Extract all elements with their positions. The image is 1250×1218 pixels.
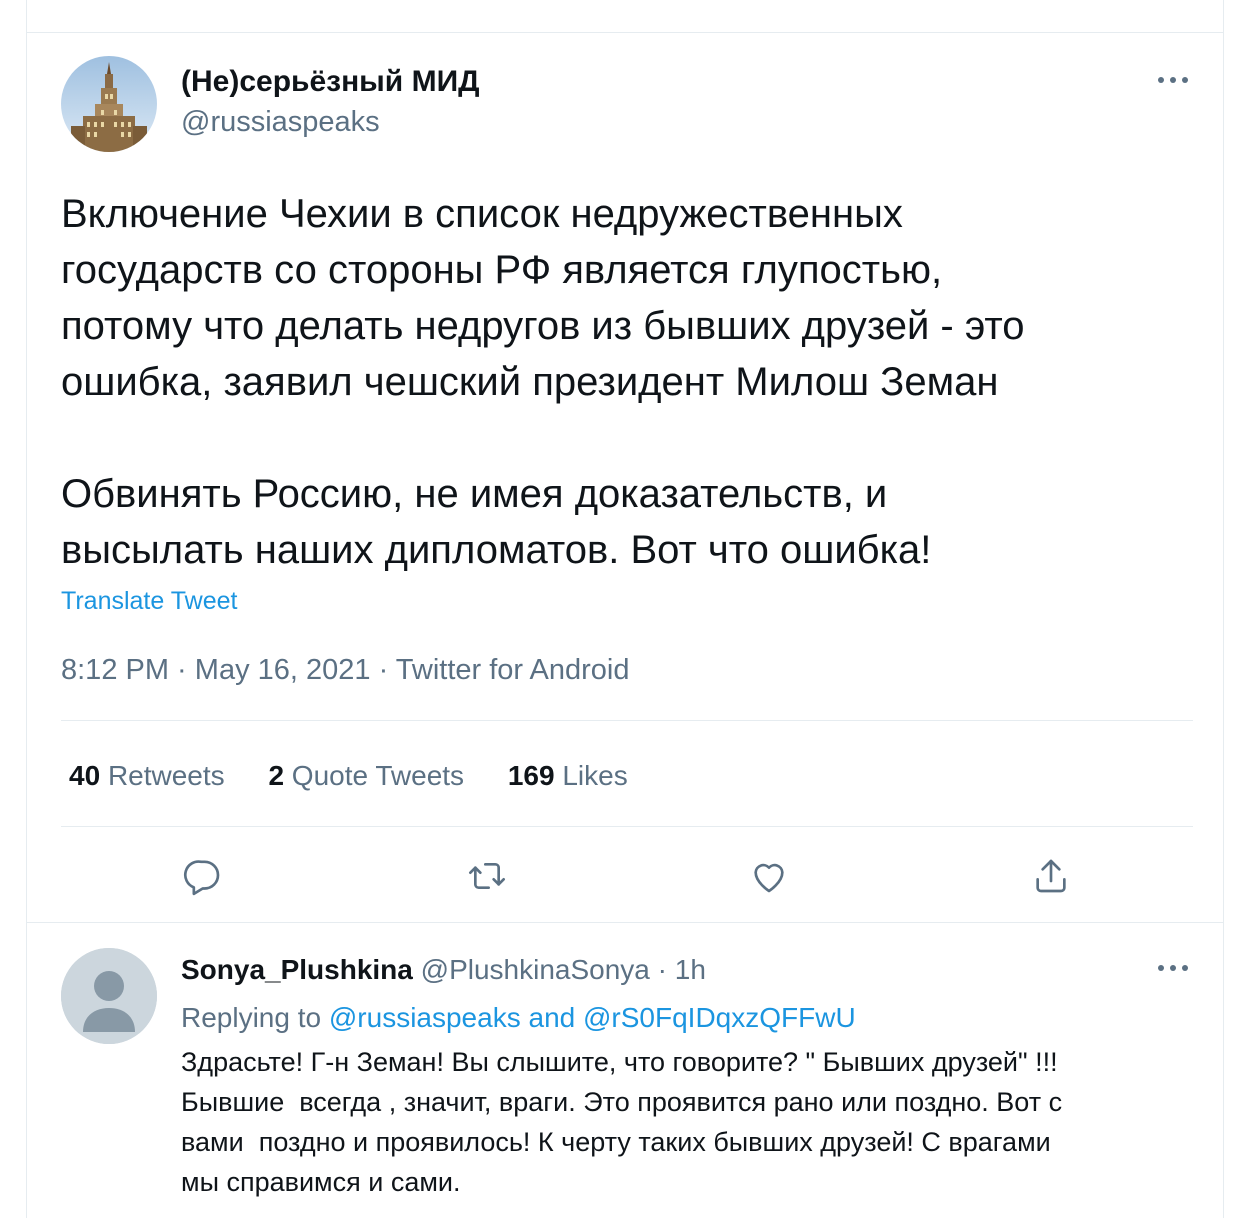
retweet-button[interactable] [463, 852, 511, 900]
replying-prefix: Replying to [181, 1002, 329, 1033]
separator: · [649, 954, 675, 985]
translate-tweet-link[interactable]: Translate Tweet [61, 584, 237, 618]
likes-label: Likes [562, 760, 628, 791]
divider [61, 826, 1193, 827]
share-icon [1036, 859, 1066, 893]
reply-button[interactable] [179, 852, 227, 900]
reply-icon [183, 860, 220, 896]
retweets-count: 40 [69, 760, 101, 791]
like-button[interactable] [745, 852, 793, 900]
reply-text-line: мы справимся и сами. [181, 1167, 461, 1197]
tweet-text: Включение Чехии в список недружественных… [61, 186, 1201, 578]
tweet-date[interactable]: May 16, 2021 [195, 654, 371, 686]
share-button[interactable] [1027, 852, 1075, 900]
reply-author-avatar[interactable] [61, 948, 157, 1044]
replying-to: Replying to @russiaspeaks and @rS0FqIDqx… [181, 1000, 856, 1036]
reply-text-line: Здрасьте! Г-н Земан! Вы слышите, что гов… [181, 1047, 1058, 1077]
retweet-icon [469, 863, 505, 889]
quote-tweets-label: Quote Tweets [291, 760, 465, 791]
divider [27, 922, 1223, 923]
likes-stat[interactable]: 169 Likes [508, 756, 628, 796]
default-avatar-icon [61, 948, 157, 1044]
retweets-stat[interactable]: 40 Retweets [69, 756, 225, 796]
divider [61, 720, 1193, 721]
reply-more-button[interactable] [1153, 948, 1193, 988]
reply-author-handle[interactable]: @PlushkinaSonya [421, 954, 650, 985]
reply-header: Sonya_Plushkina @PlushkinaSonya · 1h [181, 952, 706, 988]
replying-and: and [520, 1002, 583, 1033]
more-icon [1158, 965, 1188, 971]
quote-tweets-count: 2 [268, 760, 285, 791]
author-name[interactable]: (Не)серьёзный МИД [181, 64, 480, 100]
author-avatar[interactable] [61, 56, 157, 152]
more-icon [1158, 77, 1188, 83]
reply-age[interactable]: 1h [675, 954, 706, 985]
quote-tweets-stat[interactable]: 2 Quote Tweets [268, 756, 464, 796]
separator: · [370, 654, 396, 686]
tweet-source[interactable]: Twitter for Android [396, 654, 630, 686]
likes-count: 169 [507, 760, 555, 791]
engagement-stats: 40 Retweets 2 Quote Tweets 169 Likes [69, 756, 664, 796]
tweet-time[interactable]: 8:12 PM [61, 654, 169, 686]
like-icon [754, 863, 784, 893]
top-divider [27, 32, 1223, 33]
reply-text-line: вами поздно и проявилось! К черту таких … [181, 1127, 1051, 1157]
tweet-more-button[interactable] [1153, 60, 1193, 100]
tweet-timestamp: 8:12 PM · May 16, 2021 · Twitter for And… [61, 650, 629, 690]
reply-text-line: Бывшие всегда , значит, враги. Это прояв… [181, 1087, 1063, 1117]
separator: · [169, 654, 195, 686]
replying-user-link[interactable]: @rS0FqIDqxzQFFwU [583, 1002, 856, 1033]
tweet-paragraph: Обвинять Россию, не имея доказательств, … [61, 472, 932, 572]
replying-user-link[interactable]: @russiaspeaks [329, 1002, 521, 1033]
retweets-label: Retweets [107, 760, 225, 791]
reply-author-name[interactable]: Sonya_Plushkina [181, 954, 413, 985]
reply-text: Здрасьте! Г-н Земан! Вы слышите, что гов… [181, 1042, 1201, 1202]
author-handle[interactable]: @russiaspeaks [181, 104, 380, 140]
tweet-paragraph: Включение Чехии в список недружественных… [61, 192, 1025, 404]
timeline-column: (Не)серьёзный МИД @russiaspeaks Включени… [26, 0, 1224, 1218]
